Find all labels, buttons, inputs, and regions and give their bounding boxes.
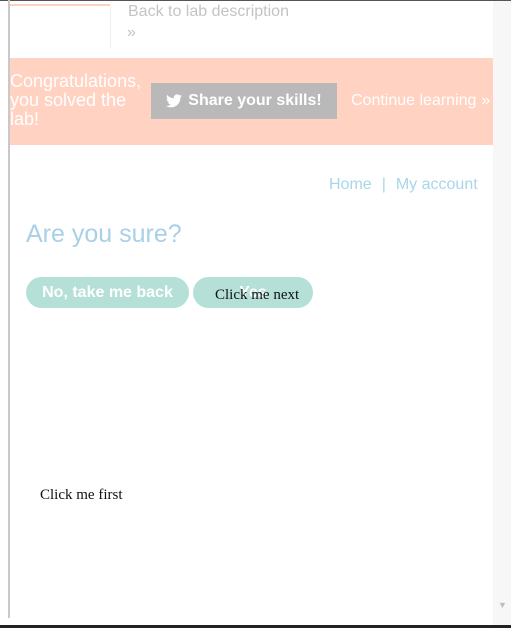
twitter-icon	[166, 94, 183, 108]
page-title: Are you sure?	[26, 220, 182, 248]
back-to-lab-link[interactable]: Back to lab description	[128, 3, 289, 21]
header-divider	[110, 6, 111, 48]
share-skills-button[interactable]: Share your skills!	[151, 83, 337, 119]
click-me-first-decoy[interactable]: Click me first	[40, 487, 123, 504]
nav-my-account-link[interactable]: My account	[396, 176, 478, 193]
share-skills-label: Share your skills!	[188, 92, 322, 109]
nav-separator: |	[381, 176, 386, 193]
continue-learning-label: Continue learning	[351, 92, 477, 109]
congratulations-message: Congratulations, you solved the lab!	[10, 71, 142, 129]
vertical-scrollbar[interactable]	[493, 1, 511, 625]
chevron-right-icon: »	[127, 24, 136, 41]
continue-learning-link[interactable]: Continue learning»	[351, 92, 490, 110]
logo	[10, 4, 110, 6]
top-nav: Home | My account	[329, 176, 478, 194]
click-me-next-decoy[interactable]: Click me next	[215, 287, 299, 304]
nav-home-link[interactable]: Home	[329, 176, 372, 193]
no-take-me-back-button[interactable]: No, take me back	[26, 277, 189, 308]
chevron-right-icon: »	[481, 92, 490, 109]
solved-banner: Congratulations, you solved the lab! Sha…	[10, 58, 493, 145]
scroll-down-icon[interactable]: ▼	[498, 600, 507, 610]
